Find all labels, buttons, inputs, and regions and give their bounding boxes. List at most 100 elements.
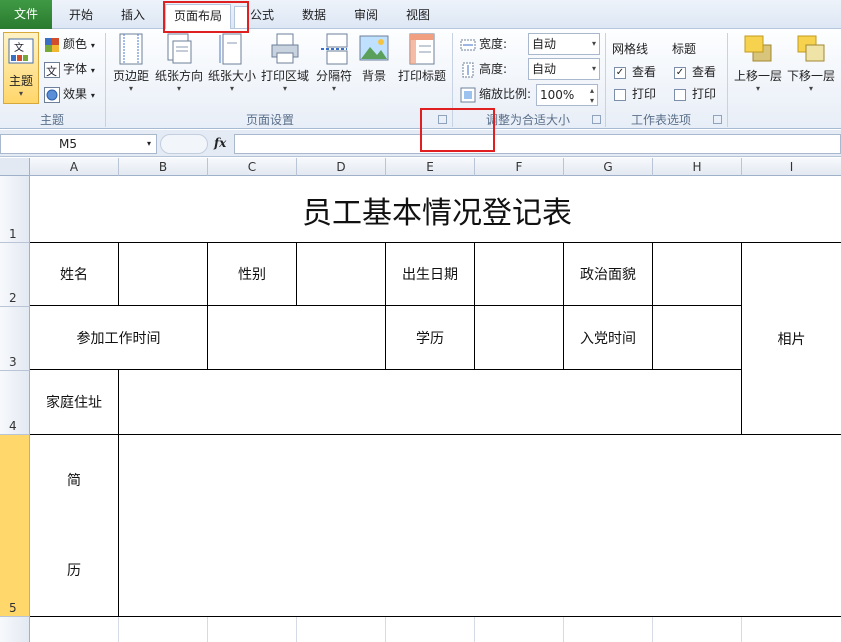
tab-home[interactable]: 开始 [60,4,102,28]
svg-text:文: 文 [46,64,57,78]
size-button[interactable]: 纸张大小 ▾ [207,33,257,94]
theme-effects-button[interactable]: 效果 ▾ [44,83,95,105]
cell-work-time-label[interactable]: 参加工作时间 [30,306,208,370]
resume-label-char-2: 历 [67,563,81,579]
cell-politics-label[interactable]: 政治面貌 [564,242,653,306]
highlight-page-setup-launcher [420,108,495,152]
tab-review[interactable]: 审阅 [346,4,386,28]
breaks-icon [321,33,348,65]
cell-name-value[interactable] [119,242,208,306]
cell-party-time-value[interactable] [653,306,742,370]
send-backward-button[interactable]: 下移一层 ▾ [785,33,837,94]
orientation-label: 纸张方向 [154,69,203,83]
themes-label: 主题 [8,74,33,88]
dropdown-arrow-icon: ▾ [591,64,596,73]
resume-label-char-1: 简 [67,473,81,489]
width-select[interactable]: 自动 ▾ [528,33,600,55]
scale-launcher-icon[interactable] [592,115,601,124]
background-button[interactable]: 背景 [356,33,392,84]
cell-name-label[interactable]: 姓名 [30,242,119,306]
cell-education-value[interactable] [475,306,564,370]
tab-data[interactable]: 数据 [294,4,334,28]
row-header-2[interactable]: 2 [0,243,30,307]
breaks-button[interactable]: 分隔符 ▾ [313,33,355,94]
cell-work-time-value[interactable] [208,306,386,370]
headings-heading: 标题 [672,42,697,56]
cell-party-time-label[interactable]: 入党时间 [564,306,653,370]
column-header-f[interactable]: F [475,158,564,176]
tab-view[interactable]: 视图 [398,4,438,28]
size-label: 纸张大小 [207,69,256,83]
row-header-5[interactable]: 5 [0,435,30,617]
height-select[interactable]: 自动 ▾ [528,58,600,80]
bring-forward-button[interactable]: 上移一层 ▾ [732,33,784,94]
checkmark-icon: ✓ [674,66,686,79]
tab-file[interactable]: 文件 [0,0,52,29]
tab-formulas[interactable]: 公式 [245,4,279,28]
cell-birth-value[interactable] [475,242,564,306]
cell-resume-value[interactable] [119,435,841,617]
gridlines-view-checkbox[interactable]: ✓ 查看 [614,63,656,80]
worksheet-grid[interactable]: 员工基本情况登记表 姓名 性别 出生日期 政治面貌 相片 参加工作时间 学历 入… [30,176,841,642]
theme-colors-button[interactable]: 颜色 ▾ [44,33,95,55]
name-box[interactable]: M5 ▾ [0,134,157,154]
bring-forward-label: 上移一层 [733,69,782,83]
group-label-themes: 主题 [39,113,64,127]
highlight-page-layout-tab [163,1,249,33]
scale-stepper[interactable]: 100% ▴ ▾ [536,84,598,106]
cell-address-value[interactable] [119,370,742,435]
cell-resume-label[interactable]: 简 历 [30,435,119,617]
height-icon [462,62,474,77]
row-header-3[interactable]: 3 [0,307,30,371]
sheet-options-launcher-icon[interactable] [713,115,722,124]
column-header-e[interactable]: E [386,158,475,176]
cell-birth-label[interactable]: 出生日期 [386,242,475,306]
row-header-4[interactable]: 4 [0,371,30,435]
gridlines-print-checkbox[interactable]: 打印 [614,85,656,102]
theme-effects-label: 效果 [63,87,88,101]
gridline [474,617,475,642]
width-label: 宽度: [460,33,507,55]
column-header-i[interactable]: I [742,158,841,176]
column-header-g[interactable]: G [564,158,653,176]
stepper-down-icon[interactable]: ▾ [590,91,594,111]
checkmark-icon: ✓ [614,66,626,79]
background-label: 背景 [361,69,386,83]
column-header-a[interactable]: A [30,158,119,176]
cell-politics-value[interactable] [653,242,742,306]
themes-icon: 文 [8,38,34,64]
column-header-b[interactable]: B [119,158,208,176]
row-header-6[interactable] [0,617,30,642]
margins-button[interactable]: 页边距 ▾ [110,33,152,94]
print-titles-button[interactable]: 打印标题 [395,33,449,84]
cell-gender-label[interactable]: 性别 [208,242,297,306]
cell-photo[interactable]: 相片 [741,242,841,435]
select-all-corner[interactable] [0,158,30,176]
column-header-c[interactable]: C [208,158,297,176]
theme-colors-label: 颜色 [63,37,88,51]
orientation-icon [167,33,192,64]
gridlines-heading: 网格线 [612,42,649,56]
background-icon [359,35,389,61]
cell-address-label[interactable]: 家庭住址 [30,370,119,435]
orientation-button[interactable]: 纸张方向 ▾ [154,33,204,94]
cell-gender-value[interactable] [297,242,386,306]
themes-button[interactable]: 文 主题 ▾ [3,32,39,104]
width-icon [460,39,476,50]
formula-input[interactable] [234,134,841,154]
print-area-button[interactable]: 打印区域 ▾ [260,33,310,94]
gridline [563,617,564,642]
tab-insert[interactable]: 插入 [112,4,154,28]
theme-fonts-button[interactable]: 文字体 ▾ [44,58,95,80]
fonts-icon: 文 [44,61,60,78]
row-header-1[interactable]: 1 [0,176,30,243]
headings-view-checkbox[interactable]: ✓ 查看 [674,63,716,80]
formula-bar-handle[interactable] [160,134,208,154]
fx-icon[interactable]: fx [214,136,226,150]
scale-label: 缩放比例: [460,83,531,105]
column-header-d[interactable]: D [297,158,386,176]
column-header-h[interactable]: H [653,158,742,176]
form-title[interactable]: 员工基本情况登记表 [30,176,841,243]
cell-education-label[interactable]: 学历 [386,306,475,370]
headings-print-checkbox[interactable]: 打印 [674,85,716,102]
